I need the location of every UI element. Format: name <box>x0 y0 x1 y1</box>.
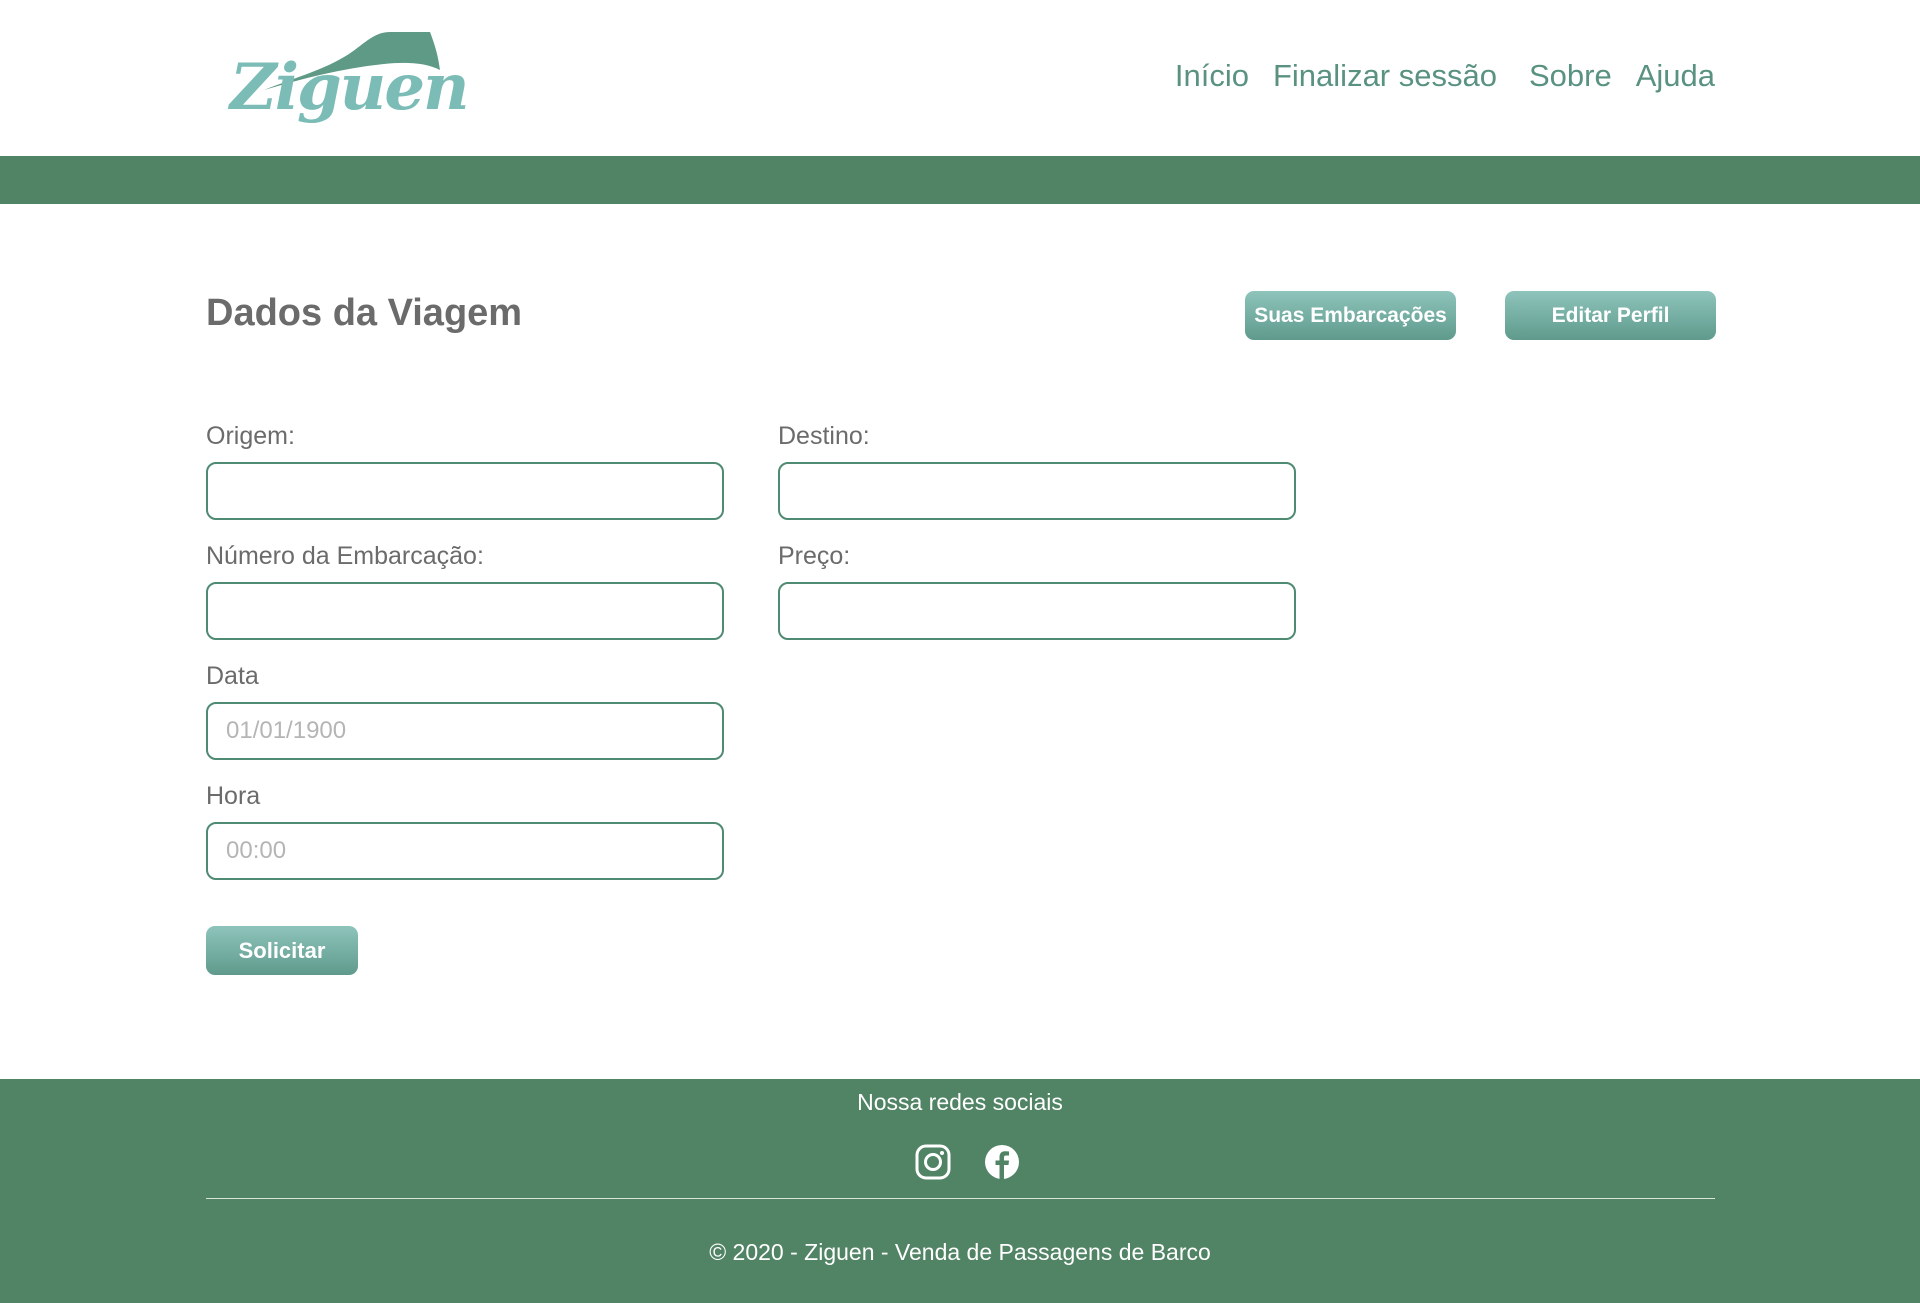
main-nav: Início Finalizar sessão Sobre Ajuda <box>1175 56 1715 96</box>
hora-label: Hora <box>206 782 261 810</box>
suas-embarcacoes-button[interactable]: Suas Embarcações <box>1245 291 1456 340</box>
site-header: Ziguen Início Finalizar sessão Sobre Aju… <box>0 0 1920 156</box>
nav-finalizar-sessao[interactable]: Finalizar sessão <box>1273 56 1497 96</box>
destino-label: Destino: <box>778 422 870 450</box>
nav-ajuda[interactable]: Ajuda <box>1636 56 1715 96</box>
origem-label: Origem: <box>206 422 295 450</box>
site-footer: Nossa redes sociais © 2020 - Ziguen - Ve… <box>0 1079 1920 1303</box>
social-links <box>915 1144 1020 1180</box>
nav-sobre[interactable]: Sobre <box>1529 56 1612 96</box>
data-label: Data <box>206 662 259 690</box>
editar-perfil-button[interactable]: Editar Perfil <box>1505 291 1716 340</box>
numero-embarcacao-input[interactable] <box>206 582 724 640</box>
page-title: Dados da Viagem <box>206 292 523 334</box>
logo-wordmark: Ziguen <box>230 50 470 125</box>
data-input[interactable] <box>206 702 724 760</box>
footer-divider <box>206 1198 1715 1199</box>
header-band <box>0 156 1920 204</box>
preco-input[interactable] <box>778 582 1296 640</box>
numero-embarcacao-label: Número da Embarcação: <box>206 542 484 570</box>
preco-label: Preço: <box>778 542 851 570</box>
instagram-icon[interactable] <box>915 1144 951 1180</box>
solicitar-button[interactable]: Solicitar <box>206 926 358 975</box>
nav-inicio[interactable]: Início <box>1175 56 1249 96</box>
social-title: Nossa redes sociais <box>857 1089 1063 1115</box>
origem-input[interactable] <box>206 462 724 520</box>
facebook-icon[interactable] <box>984 1144 1020 1180</box>
destino-input[interactable] <box>778 462 1296 520</box>
copyright-text: © 2020 - Ziguen - Venda de Passagens de … <box>709 1239 1211 1265</box>
hora-input[interactable] <box>206 822 724 880</box>
ziguen-logo[interactable]: Ziguen <box>224 26 470 144</box>
